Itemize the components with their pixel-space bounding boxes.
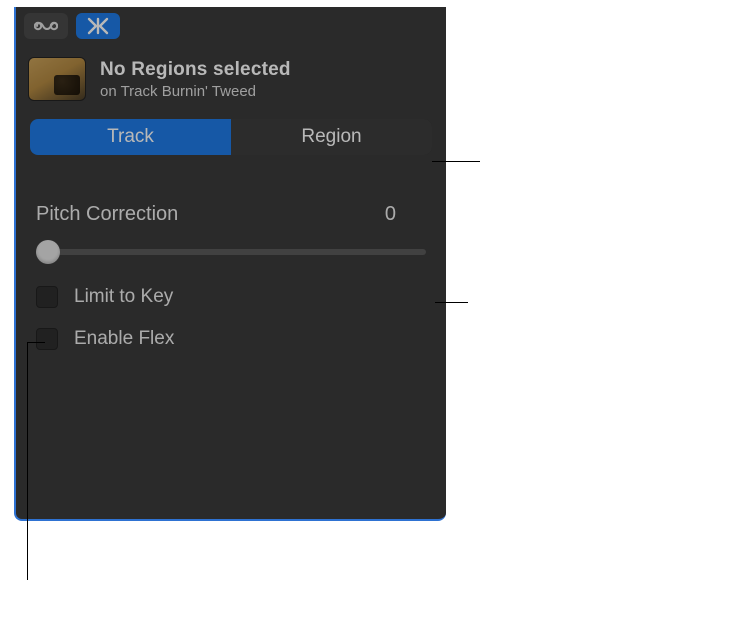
track-thumbnail <box>28 57 86 101</box>
limit-to-key-checkbox[interactable] <box>36 286 58 308</box>
tab-region-label: Region <box>301 126 361 148</box>
pitch-correction-slider[interactable] <box>36 238 426 266</box>
top-toolbar <box>16 7 446 43</box>
limit-to-key-label: Limit to Key <box>74 286 173 308</box>
callout-line <box>435 302 468 303</box>
tab-track[interactable]: Track <box>30 119 231 155</box>
callout-line <box>27 342 45 343</box>
pitch-correction-row: Pitch Correction 0 <box>36 203 426 226</box>
callout-line <box>27 342 28 580</box>
loop-tool-button[interactable] <box>24 13 68 39</box>
editor-panel: No Regions selected on Track Burnin' Twe… <box>14 7 446 521</box>
tab-region[interactable]: Region <box>231 119 432 155</box>
enable-flex-label: Enable Flex <box>74 328 174 350</box>
enable-flex-checkbox[interactable] <box>36 328 58 350</box>
header-title: No Regions selected <box>100 59 291 81</box>
tab-track-label: Track <box>107 126 154 148</box>
pitch-correction-value: 0 <box>385 203 426 226</box>
loop-icon <box>34 18 58 34</box>
slider-track <box>36 249 426 255</box>
callout-line <box>432 161 480 162</box>
pitch-correction-label: Pitch Correction <box>36 203 178 226</box>
enable-flex-row: Enable Flex <box>36 328 426 350</box>
slider-thumb[interactable] <box>36 240 60 264</box>
panel-content: Pitch Correction 0 Limit to Key Enable F… <box>16 155 446 350</box>
header-text: No Regions selected on Track Burnin' Twe… <box>100 59 291 100</box>
panel-header: No Regions selected on Track Burnin' Twe… <box>16 43 446 111</box>
flex-tool-button[interactable] <box>76 13 120 39</box>
header-subtitle: on Track Burnin' Tweed <box>100 83 291 100</box>
flex-icon <box>85 17 111 35</box>
limit-to-key-row: Limit to Key <box>36 286 426 308</box>
tab-group: Track Region <box>30 119 432 155</box>
